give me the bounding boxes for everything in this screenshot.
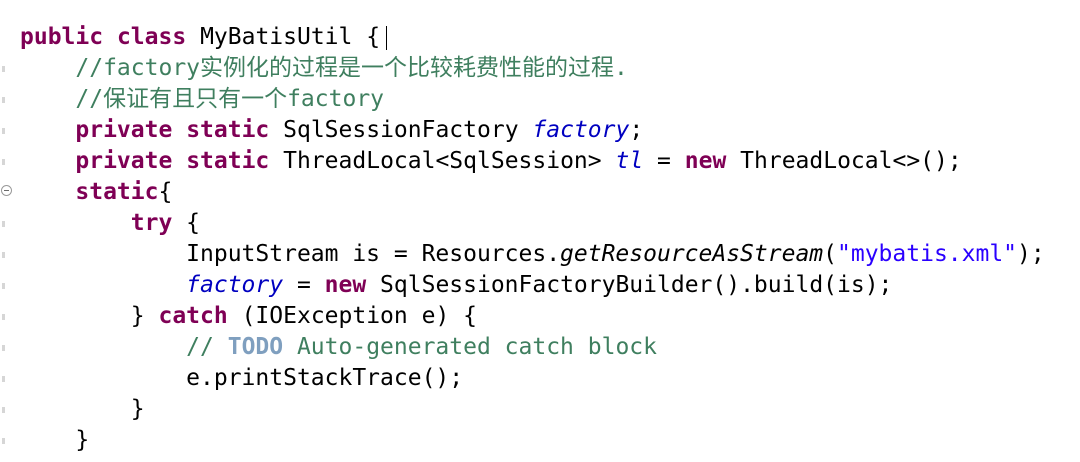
keyword: private bbox=[75, 117, 173, 143]
keyword: catch bbox=[158, 303, 228, 329]
code-line-field-threadlocal: private static ThreadLocal<SqlSession> t… bbox=[20, 146, 1045, 177]
comment: Auto-generated catch block bbox=[283, 334, 657, 360]
gutter-mark bbox=[2, 345, 5, 351]
string-literal: "mybatis.xml" bbox=[837, 241, 1018, 267]
statement: e.printStackTrace(); bbox=[186, 365, 464, 391]
keyword: private bbox=[75, 148, 173, 174]
brace: } bbox=[130, 396, 145, 422]
code-line-comment: //factory实例化的过程是一个比较耗费性能的过程. bbox=[20, 53, 1045, 84]
gutter-mark bbox=[2, 314, 5, 320]
keyword: public bbox=[20, 24, 104, 50]
gutter-mark bbox=[2, 252, 5, 258]
keyword: static bbox=[186, 148, 270, 174]
paren: ( bbox=[823, 241, 838, 267]
code-line-catch: } catch (IOException e) { bbox=[20, 301, 1045, 332]
statement: SqlSessionFactoryBuilder().build(is); bbox=[366, 272, 893, 298]
keyword: new bbox=[684, 148, 727, 174]
type-name: ThreadLocal<SqlSession> bbox=[283, 148, 602, 174]
gutter-mark bbox=[2, 159, 5, 165]
code-line-close-static: } bbox=[20, 425, 1045, 456]
operator: = bbox=[643, 148, 685, 174]
code-line-class-declaration: public class MyBatisUtil { bbox=[20, 22, 1045, 53]
initializer: ThreadLocal<>(); bbox=[740, 148, 962, 174]
gutter-mark bbox=[2, 128, 5, 134]
code-line-factory-build: factory = new SqlSessionFactoryBuilder()… bbox=[20, 270, 1045, 301]
code-line-input-stream: InputStream is = Resources.getResourceAs… bbox=[20, 239, 1045, 270]
brace: { bbox=[158, 179, 173, 205]
keyword: static bbox=[186, 117, 270, 143]
code-line-print-stack-trace: e.printStackTrace(); bbox=[20, 363, 1045, 394]
fold-collapse-icon[interactable] bbox=[1, 185, 12, 196]
statement: InputStream is = Resources. bbox=[186, 241, 561, 267]
statement: (IOException e) { bbox=[227, 303, 477, 329]
comment: // bbox=[186, 334, 228, 360]
gutter-mark bbox=[2, 97, 5, 103]
static-method: getResourceAsStream bbox=[560, 241, 824, 267]
gutter-mark bbox=[2, 407, 5, 413]
comment: //保证有且只有一个factory bbox=[75, 86, 385, 112]
code-line-close-try: } bbox=[20, 394, 1045, 425]
paren: ); bbox=[1017, 241, 1045, 267]
code-text[interactable]: public class MyBatisUtil { //factory实例化的… bbox=[20, 22, 1045, 456]
gutter-mark bbox=[2, 438, 5, 444]
keyword: class bbox=[116, 24, 187, 50]
keyword: static bbox=[75, 179, 159, 205]
field-name: factory bbox=[532, 117, 630, 143]
code-line-comment: //保证有且只有一个factory bbox=[20, 84, 1045, 115]
editor-gutter bbox=[0, 0, 14, 462]
code-line-try: try { bbox=[20, 208, 1045, 239]
brace: { bbox=[172, 210, 201, 236]
field-name: factory bbox=[186, 272, 284, 298]
gutter-mark bbox=[2, 283, 5, 289]
brace: } bbox=[75, 427, 90, 453]
semicolon: ; bbox=[629, 117, 644, 143]
text-cursor bbox=[386, 25, 388, 50]
code-line-static-block: static{ bbox=[20, 177, 1045, 208]
keyword: try bbox=[130, 210, 173, 236]
comment: //factory实例化的过程是一个比较耗费性能的过程. bbox=[75, 55, 628, 81]
todo-tag: TODO bbox=[227, 334, 284, 360]
brace: } bbox=[130, 303, 159, 329]
keyword: new bbox=[324, 272, 367, 298]
operator: = bbox=[283, 272, 325, 298]
gutter-mark bbox=[2, 221, 5, 227]
code-line-todo-comment: // TODO Auto-generated catch block bbox=[20, 332, 1045, 363]
gutter-mark bbox=[2, 66, 5, 72]
class-name: MyBatisUtil bbox=[200, 24, 353, 50]
field-name: tl bbox=[615, 148, 644, 174]
brace: { bbox=[366, 24, 381, 50]
code-editor[interactable]: public class MyBatisUtil { //factory实例化的… bbox=[0, 0, 1080, 462]
code-line-field-factory: private static SqlSessionFactory factory… bbox=[20, 115, 1045, 146]
gutter-mark bbox=[2, 376, 5, 382]
type-name: SqlSessionFactory bbox=[283, 117, 519, 143]
